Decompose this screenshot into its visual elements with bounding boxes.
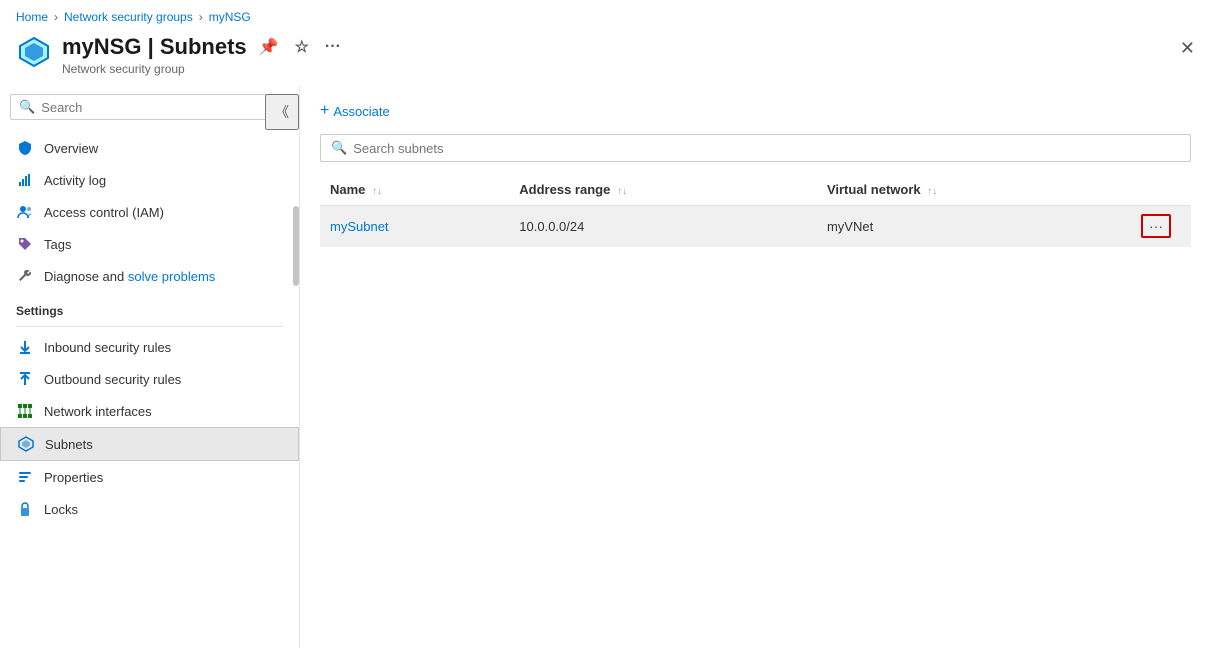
table-header-row: Name ↑↓ Address range ↑↓ Virtual network… — [320, 174, 1191, 206]
page-header: myNSG | Subnets 📌 ☆ ··· Network security… — [0, 30, 1211, 86]
col-virtual-network[interactable]: Virtual network ↑↓ — [817, 174, 1131, 206]
sidebar-item-activity-log[interactable]: Activity log — [0, 164, 299, 196]
page-title: myNSG | Subnets 📌 ☆ ··· — [62, 34, 1195, 60]
col-name-label: Name — [330, 182, 365, 197]
subnet-name-link[interactable]: mySubnet — [330, 219, 389, 234]
table-body: mySubnet 10.0.0.0/24 myVNet ··· — [320, 206, 1191, 247]
sidebar-item-diagnose[interactable]: Diagnose and solve problems — [0, 260, 299, 292]
sidebar-item-outbound-label: Outbound security rules — [44, 372, 181, 387]
activity-icon — [16, 171, 34, 189]
associate-button[interactable]: + Associate — [320, 102, 390, 120]
col-name[interactable]: Name ↑↓ — [320, 174, 509, 206]
sidebar-item-subnets[interactable]: Subnets — [0, 427, 299, 461]
col-address-sort-icon: ↑↓ — [617, 186, 627, 197]
outbound-icon — [16, 370, 34, 388]
network-icon — [16, 402, 34, 420]
breadcrumb-sep-2: › — [199, 10, 203, 24]
sidebar-item-tags-label: Tags — [44, 237, 71, 252]
wrench-icon — [16, 267, 34, 285]
col-actions — [1131, 174, 1191, 206]
breadcrumb-home[interactable]: Home — [16, 10, 48, 24]
col-address-range[interactable]: Address range ↑↓ — [509, 174, 817, 206]
content-area: + Associate 🔍 Name ↑↓ Address range ↑↓ — [300, 86, 1211, 648]
table-header: Name ↑↓ Address range ↑↓ Virtual network… — [320, 174, 1191, 206]
subnets-icon — [17, 435, 35, 453]
row-more-button[interactable]: ··· — [1141, 214, 1171, 238]
sidebar-item-network-interfaces-label: Network interfaces — [44, 404, 152, 419]
col-address-range-label: Address range — [519, 182, 610, 197]
sidebar-item-properties-label: Properties — [44, 470, 103, 485]
sidebar-item-properties[interactable]: Properties — [0, 461, 299, 493]
breadcrumb-mynsg: myNSG — [209, 10, 251, 24]
cell-virtual-network: myVNet — [817, 206, 1131, 247]
sidebar-item-overview-label: Overview — [44, 141, 98, 156]
cell-actions: ··· — [1131, 206, 1191, 247]
col-vnet-label: Virtual network — [827, 182, 921, 197]
breadcrumb: Home › Network security groups › myNSG — [0, 0, 1211, 30]
inbound-icon — [16, 338, 34, 356]
sidebar-item-diagnose-label: Diagnose and solve problems — [44, 269, 215, 284]
cell-address-range: 10.0.0.0/24 — [509, 206, 817, 247]
header-title-block: myNSG | Subnets 📌 ☆ ··· Network security… — [62, 34, 1195, 76]
search-icon: 🔍 — [19, 99, 35, 115]
pin-icon[interactable]: 📌 — [255, 35, 283, 59]
main-layout: 🔍 《 Overview — [0, 86, 1211, 648]
subnets-table: Name ↑↓ Address range ↑↓ Virtual network… — [320, 174, 1191, 247]
close-button[interactable]: ✕ — [1180, 38, 1195, 59]
sidebar-item-locks-label: Locks — [44, 502, 78, 517]
col-vnet-sort-icon: ↑↓ — [927, 186, 937, 197]
sidebar-item-iam[interactable]: Access control (IAM) — [0, 196, 299, 228]
sidebar-item-inbound[interactable]: Inbound security rules — [0, 331, 299, 363]
locks-icon — [16, 500, 34, 518]
sidebar-item-iam-label: Access control (IAM) — [44, 205, 164, 220]
sidebar-item-subnets-label: Subnets — [45, 437, 93, 452]
sidebar-search-container: 🔍 — [0, 86, 299, 128]
table-row[interactable]: mySubnet 10.0.0.0/24 myVNet ··· — [320, 206, 1191, 247]
favorite-icon[interactable]: ☆ — [291, 35, 313, 59]
sidebar-search-box[interactable]: 🔍 — [10, 94, 289, 120]
breadcrumb-sep-1: › — [54, 10, 58, 24]
sidebar-item-network-interfaces[interactable]: Network interfaces — [0, 395, 299, 427]
content-search-input[interactable] — [353, 141, 1180, 156]
tag-icon — [16, 235, 34, 253]
content-search-icon: 🔍 — [331, 140, 347, 156]
sidebar-item-tags[interactable]: Tags — [0, 228, 299, 260]
sidebar-item-outbound[interactable]: Outbound security rules — [0, 363, 299, 395]
nsg-icon — [16, 34, 52, 70]
sidebar: 🔍 《 Overview — [0, 86, 300, 648]
sidebar-item-overview[interactable]: Overview — [0, 132, 299, 164]
page-title-text: myNSG | Subnets — [62, 34, 247, 60]
sidebar-item-inbound-label: Inbound security rules — [44, 340, 171, 355]
breadcrumb-nsg[interactable]: Network security groups — [64, 10, 193, 24]
settings-section-label: Settings — [0, 292, 299, 322]
sidebar-nav: Overview Activity log — [0, 128, 299, 648]
people-icon — [16, 203, 34, 221]
associate-label: Associate — [333, 104, 389, 119]
sidebar-scrollbar — [293, 206, 299, 286]
sidebar-item-activity-log-label: Activity log — [44, 173, 106, 188]
header-more-icon[interactable]: ··· — [321, 36, 345, 58]
settings-divider — [16, 326, 283, 327]
cell-name: mySubnet — [320, 206, 509, 247]
content-toolbar: + Associate — [320, 102, 1191, 120]
search-input[interactable] — [41, 100, 280, 115]
content-search-box[interactable]: 🔍 — [320, 134, 1191, 162]
shield-icon — [16, 139, 34, 157]
properties-icon — [16, 468, 34, 486]
col-name-sort-icon: ↑↓ — [372, 186, 382, 197]
collapse-sidebar-button[interactable]: 《 — [265, 94, 299, 130]
settings-section: Settings — [0, 292, 299, 327]
page-subtitle: Network security group — [62, 62, 1195, 76]
sidebar-item-locks[interactable]: Locks — [0, 493, 299, 525]
plus-icon: + — [320, 102, 329, 120]
